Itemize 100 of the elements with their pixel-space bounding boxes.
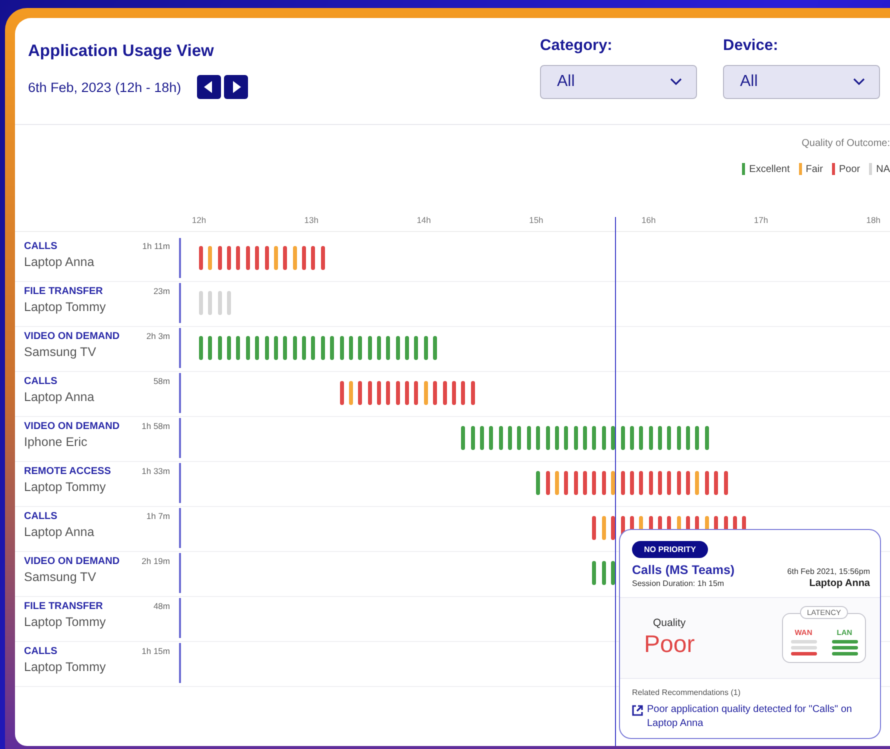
quality-segment[interactable] [574, 471, 578, 495]
quality-segment[interactable] [452, 381, 456, 405]
quality-segment[interactable] [658, 471, 662, 495]
quality-segment[interactable] [433, 381, 438, 405]
quality-segment[interactable] [667, 426, 672, 450]
quality-segment[interactable] [348, 336, 353, 360]
quality-segment[interactable] [658, 426, 662, 450]
filter-dropdown[interactable]: All [723, 65, 880, 99]
quality-segment[interactable] [620, 471, 624, 495]
quality-segment[interactable] [667, 471, 672, 495]
quality-segment[interactable] [283, 336, 288, 360]
quality-segment[interactable] [611, 561, 616, 585]
quality-segment[interactable] [676, 426, 681, 450]
quality-segment[interactable] [311, 336, 316, 360]
quality-segment[interactable] [311, 246, 316, 270]
quality-segment[interactable] [236, 336, 240, 360]
quality-segment[interactable] [264, 336, 269, 360]
quality-segment[interactable] [396, 381, 400, 405]
quality-segment[interactable] [526, 426, 531, 450]
quality-segment[interactable] [470, 381, 475, 405]
quality-segment[interactable] [264, 246, 269, 270]
quality-segment[interactable] [611, 471, 616, 495]
quality-segment[interactable] [639, 471, 644, 495]
quality-segment[interactable] [208, 336, 212, 360]
quality-segment[interactable] [686, 471, 690, 495]
quality-segment[interactable] [724, 471, 728, 495]
quality-segment[interactable] [414, 336, 418, 360]
quality-segment[interactable] [546, 471, 550, 495]
quality-segment[interactable] [602, 561, 606, 585]
quality-segment[interactable] [218, 336, 222, 360]
quality-segment[interactable] [630, 471, 634, 495]
next-button[interactable] [224, 75, 248, 99]
quality-segment[interactable] [368, 336, 372, 360]
quality-segment[interactable] [602, 426, 606, 450]
quality-segment[interactable] [283, 246, 288, 270]
quality-segment[interactable] [433, 336, 438, 360]
quality-segment[interactable] [695, 426, 700, 450]
quality-segment[interactable] [424, 336, 428, 360]
quality-segment[interactable] [546, 426, 550, 450]
quality-segment[interactable] [227, 336, 232, 360]
quality-segment[interactable] [302, 246, 306, 270]
quality-segment[interactable] [340, 381, 344, 405]
quality-segment[interactable] [368, 381, 372, 405]
quality-segment[interactable] [704, 426, 709, 450]
quality-segment[interactable] [592, 426, 596, 450]
quality-segment[interactable] [592, 561, 596, 585]
quality-segment[interactable] [508, 426, 512, 450]
quality-segment[interactable] [396, 336, 400, 360]
quality-segment[interactable] [583, 471, 588, 495]
quality-segment[interactable] [236, 246, 240, 270]
quality-segment[interactable] [517, 426, 522, 450]
quality-segment[interactable] [602, 471, 606, 495]
quality-segment[interactable] [648, 471, 653, 495]
quality-segment[interactable] [376, 336, 381, 360]
quality-segment[interactable] [630, 426, 634, 450]
quality-segment[interactable] [246, 336, 250, 360]
quality-segment[interactable] [340, 336, 344, 360]
quality-segment[interactable] [620, 426, 624, 450]
quality-segment[interactable] [592, 516, 596, 540]
quality-segment[interactable] [489, 426, 494, 450]
quality-segment[interactable] [405, 336, 410, 360]
quality-segment[interactable] [686, 426, 690, 450]
quality-segment[interactable] [498, 426, 503, 450]
quality-segment[interactable] [554, 426, 559, 450]
recommendation-link[interactable]: Poor application quality detected for "Calls" on Laptop Anna [647, 703, 870, 730]
previous-button[interactable] [197, 75, 222, 99]
quality-segment[interactable] [639, 426, 644, 450]
quality-segment[interactable] [714, 471, 718, 495]
filter-dropdown[interactable]: All [540, 65, 697, 99]
quality-segment[interactable] [320, 246, 325, 270]
quality-segment[interactable] [611, 426, 616, 450]
quality-segment[interactable] [611, 516, 616, 540]
quality-segment[interactable] [592, 471, 596, 495]
quality-segment[interactable] [676, 471, 681, 495]
quality-segment[interactable] [386, 336, 390, 360]
quality-segment[interactable] [199, 246, 203, 270]
quality-segment[interactable] [302, 336, 306, 360]
quality-segment[interactable] [255, 336, 260, 360]
quality-segment[interactable] [470, 426, 475, 450]
quality-segment[interactable] [218, 246, 222, 270]
quality-segment[interactable] [386, 381, 390, 405]
quality-segment[interactable] [246, 246, 250, 270]
quality-segment[interactable] [536, 426, 540, 450]
quality-segment[interactable] [648, 426, 653, 450]
quality-segment[interactable] [320, 336, 325, 360]
quality-segment[interactable] [405, 381, 410, 405]
quality-segment[interactable] [330, 336, 334, 360]
quality-segment[interactable] [536, 471, 540, 495]
quality-segment[interactable] [461, 381, 466, 405]
quality-segment[interactable] [358, 381, 362, 405]
quality-segment[interactable] [255, 246, 260, 270]
quality-segment[interactable] [564, 471, 568, 495]
quality-segment[interactable] [414, 381, 418, 405]
quality-segment[interactable] [574, 426, 578, 450]
quality-segment[interactable] [583, 426, 588, 450]
quality-segment[interactable] [442, 381, 447, 405]
quality-segment[interactable] [704, 471, 709, 495]
quality-segment[interactable] [358, 336, 362, 360]
quality-segment[interactable] [461, 426, 466, 450]
quality-segment[interactable] [376, 381, 381, 405]
